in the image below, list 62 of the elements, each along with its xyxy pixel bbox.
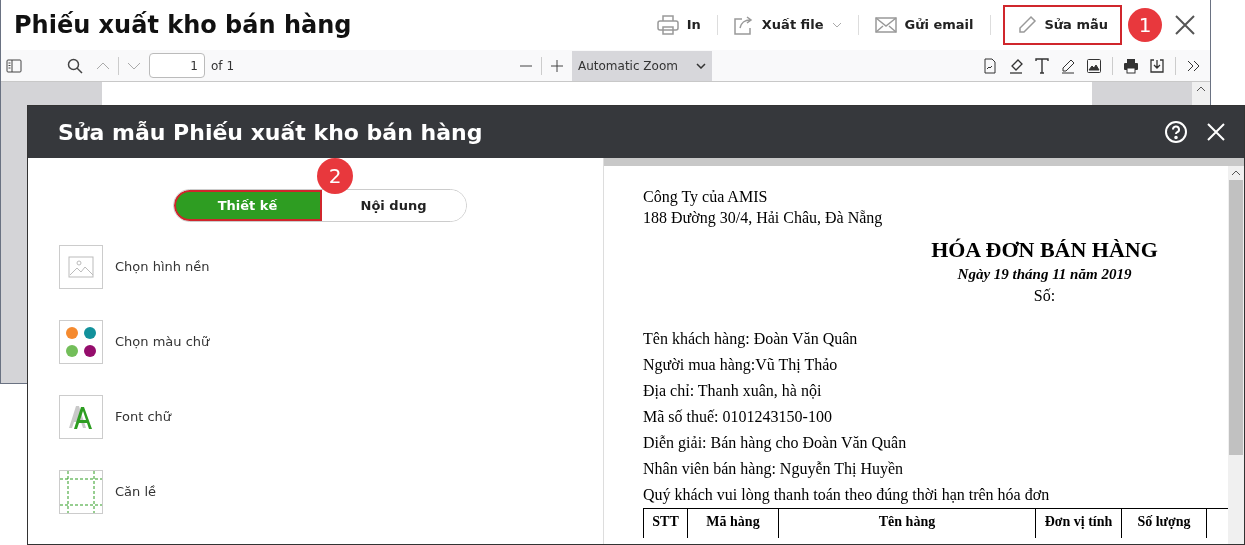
- chevron-down-icon: [696, 62, 706, 69]
- window-title: Phiếu xuất kho bán hàng: [14, 10, 352, 41]
- help-icon[interactable]: [1164, 120, 1188, 144]
- close-icon: [1174, 14, 1196, 36]
- font-option-button[interactable]: [59, 395, 103, 439]
- chevron-down-icon: [831, 22, 842, 28]
- company-line: Công Ty của AMIS: [643, 187, 769, 207]
- mail-icon: [874, 17, 897, 33]
- image-icon: [68, 256, 94, 278]
- zoom-dropdown[interactable]: Automatic Zoom: [572, 50, 712, 81]
- option-label[interactable]: Căn lề: [115, 482, 157, 502]
- scroll-up-icon[interactable]: [1231, 170, 1241, 176]
- pencil-icon: [1016, 15, 1037, 35]
- info-line: Diễn giải: Bán hàng cho Đoàn Văn Quân: [643, 433, 908, 454]
- sidebar-toggle-icon[interactable]: [6, 58, 22, 73]
- table-header-cell: Tên hàng: [779, 509, 1036, 538]
- info-line: Quý khách vui lòng thanh toán theo đúng thời hạn trên hóa đơn: [643, 485, 1051, 506]
- dialog-title: Sửa mẫu Phiếu xuất kho bán hàng: [58, 118, 483, 147]
- highlighter-icon[interactable]: [1008, 57, 1024, 74]
- info-line: Nhân viên bán hàng: Nguyễn Thị Huyền: [643, 459, 905, 480]
- scrollbar-thumb[interactable]: [1229, 180, 1243, 455]
- letter-a-icon: [68, 404, 94, 430]
- company-line: 188 Đường 30/4, Hải Châu, Đà Nẵng: [643, 208, 884, 228]
- info-line: Địa chỉ: Thanh xuân, hà nội: [643, 381, 823, 401]
- pen-icon[interactable]: [1060, 57, 1076, 74]
- invoice-title: HÓA ĐƠN BÁN HÀNG: [931, 236, 1158, 264]
- page-number-field[interactable]: 1: [149, 53, 205, 78]
- info-line: Tên khách hàng: Đoàn Văn Quân: [643, 329, 859, 350]
- option-label[interactable]: Chọn hình nền: [115, 257, 210, 277]
- info-line: Người mua hàng:Vũ Thị Thảo: [643, 355, 839, 376]
- table-header-cell: Mã hàng: [688, 509, 779, 538]
- export-button[interactable]: Xuất file: [729, 5, 846, 45]
- step-badge: 2: [317, 158, 353, 194]
- zoom-in-icon[interactable]: [550, 58, 564, 73]
- option-label[interactable]: Font chữ: [115, 407, 172, 427]
- email-button[interactable]: Gửi email: [870, 5, 978, 45]
- close-icon: [1206, 122, 1226, 142]
- signature-icon[interactable]: [982, 57, 998, 74]
- step-badge: 1: [1128, 8, 1162, 42]
- print-button[interactable]: In: [652, 5, 705, 45]
- scrollbar[interactable]: [1228, 166, 1244, 544]
- invoice-number-label: Số:: [1033, 286, 1056, 306]
- color-option-button[interactable]: [59, 320, 103, 364]
- search-icon[interactable]: [67, 57, 83, 74]
- edit-button[interactable]: Sửa mẫu: [1002, 5, 1122, 45]
- margin-guides-icon: [60, 471, 102, 513]
- print-icon[interactable]: [1123, 57, 1139, 74]
- share-icon: [733, 15, 754, 35]
- info-line: Mã số thuế: 0101243150-100: [643, 407, 833, 427]
- option-label[interactable]: Chọn màu chữ: [115, 332, 210, 352]
- download-icon[interactable]: [1149, 57, 1165, 74]
- tab[interactable]: Thiết kế: [173, 190, 322, 221]
- table-header-cell: Đơn vị tính: [1036, 509, 1122, 538]
- table-header-cell: Số lượng: [1122, 509, 1207, 538]
- invoice-date: Ngày 19 tháng 11 năm 2019: [957, 265, 1132, 284]
- color-dots-icon: [66, 327, 96, 357]
- text-icon[interactable]: [1034, 57, 1050, 74]
- page-count: of 1: [211, 57, 234, 75]
- image-icon[interactable]: [1086, 57, 1102, 74]
- printer-icon: [656, 15, 679, 35]
- table-header-cell: STT: [644, 509, 688, 538]
- scroll-up-icon[interactable]: [1196, 86, 1206, 92]
